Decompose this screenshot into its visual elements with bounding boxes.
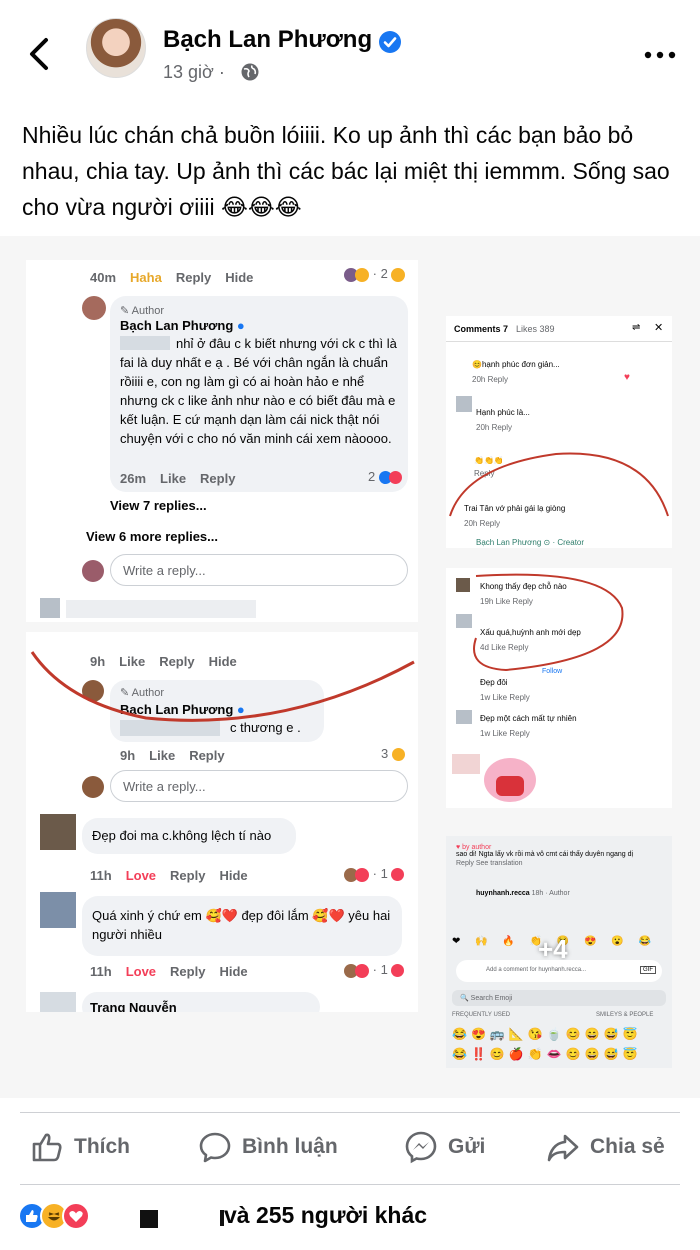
like-label: Thích: [74, 1135, 130, 1158]
post-header: Bạch Lan Phương 13 giờ ·: [0, 0, 700, 105]
comment-button[interactable]: Bình luận: [198, 1125, 338, 1169]
comment-row: Đẹp một cách mất tự nhiên 1w Like Reply: [480, 714, 577, 738]
redacted-avatar: [40, 892, 76, 928]
comment-meta: 40m Haha Reply Hide: [90, 270, 254, 285]
section-label: FREQUENTLY USED: [452, 1012, 511, 1018]
love-reaction-icon: [62, 1202, 90, 1230]
comment-meta: 11h Love Reply Hide: [90, 964, 248, 979]
globe-icon: [240, 62, 260, 82]
comment-row: Đẹp đôi 1w Like Reply: [480, 678, 530, 702]
tab-likes[interactable]: Likes 389: [516, 324, 555, 334]
red-ellipse-annotation: [30, 651, 415, 722]
screenshot-3[interactable]: Comments 7 Likes 389 ⇌ ✕ 😊hạnh phúc đơn …: [446, 316, 672, 548]
verified-badge-icon: [378, 30, 402, 54]
more-options-icon[interactable]: [640, 40, 680, 70]
creator-row: Bạch Lan Phương ⊙ · Creator: [476, 538, 585, 547]
add-comment-input[interactable]: Add a comment for huynhanh.recca... GIF: [456, 960, 662, 982]
comment-text: Đẹp đoi ma c.không lệch tí nào: [92, 828, 272, 843]
screenshot-1[interactable]: 40m Haha Reply Hide · 2 ✎ Author Bạch Lan P…: [26, 260, 418, 622]
send-label: Gửi: [448, 1135, 486, 1158]
send-button[interactable]: Gửi: [404, 1125, 485, 1169]
redacted-block: [40, 598, 60, 618]
comment-meta: 11h Love Reply Hide: [90, 868, 248, 883]
author-name[interactable]: Bạch Lan Phương: [163, 26, 372, 54]
screenshot-5[interactable]: ♥ by author sao di! Ngta lấy vk rồi mà v…: [446, 836, 672, 1068]
sticker: [484, 758, 536, 802]
comment-label: Bình luận: [242, 1135, 338, 1158]
divider: [20, 1184, 680, 1185]
comment-row: 😊hạnh phúc đơn giản... 20h Reply: [472, 360, 560, 384]
author-comment-bubble: ✎ Author Bạch Lan Phương ● nhỉ ở đâu c k…: [110, 296, 408, 492]
post-caption: Nhiều lúc chán chả buồn lóiiii. Ko up ản…: [22, 122, 670, 220]
reaction-count: · 1: [344, 866, 405, 882]
heart-icon[interactable]: ♥: [624, 372, 630, 383]
view-more-replies-link[interactable]: View 6 more replies...: [86, 529, 218, 544]
write-reply-input[interactable]: Write a reply...: [110, 554, 408, 586]
author-tag: ✎ Author: [120, 305, 165, 317]
like-button[interactable]: Thích: [30, 1125, 130, 1169]
redacted-avatar: [456, 396, 472, 412]
comment-text: Quá xinh ý chứ em 🥰❤️ đẹp đôi lắm 🥰❤️ yê…: [92, 908, 391, 942]
screenshot-4[interactable]: Khong thấy đẹp chỗ nào 19h Like Reply Xấu…: [446, 568, 672, 808]
author-row: huynhanh.recca 18h · Author: [476, 890, 570, 897]
messenger-icon: [405, 1131, 437, 1164]
comment-text: nhỉ ở đâu c k biết nhưng với ck c thì là…: [120, 336, 397, 446]
divider: [20, 1112, 680, 1113]
reaction-count: · 2: [344, 266, 406, 282]
reactions-summary[interactable]: và 255 người khác: [18, 1198, 678, 1234]
comment-bubble: Trang Nguyễn: [82, 992, 320, 1012]
comment-bubble: Quá xinh ý chứ em 🥰❤️ đẹp đôi lắm 🥰❤️ yê…: [82, 896, 402, 956]
redacted-block: [66, 600, 256, 618]
post-time[interactable]: 13 giờ ·: [163, 62, 225, 83]
author-avatar[interactable]: [86, 18, 146, 78]
redacted-name-block: [140, 1210, 158, 1228]
filter-icon[interactable]: ⇌: [632, 322, 640, 333]
comment-bubble: Đẹp đoi ma c.không lệch tí nào: [82, 818, 296, 854]
reaction-count: · 1: [344, 962, 405, 978]
photo-collage[interactable]: 40m Haha Reply Hide · 2 ✎ Author Bạch Lan P…: [0, 236, 700, 1098]
tabs-bar: Comments 7 Likes 389 ⇌ ✕: [446, 316, 672, 342]
write-reply-input[interactable]: Write a reply...: [110, 770, 408, 802]
comment-row: Hạnh phúc là... 20h Reply: [476, 408, 530, 432]
comment-meta: 26m Like Reply: [120, 471, 236, 486]
comment-row: ♥ by author sao di! Ngta lấy vk rồi mà v…: [456, 844, 634, 867]
close-icon[interactable]: ✕: [654, 321, 663, 334]
commenter-name: Bạch Lan Phương ●: [120, 318, 245, 333]
redacted-avatar: [40, 814, 76, 850]
screenshot-2[interactable]: 9h Like Reply Hide ✎ Author Bạch Lan Phương…: [26, 632, 418, 1012]
tab-comments[interactable]: Comments 7: [454, 324, 508, 334]
redacted-block: [452, 754, 480, 774]
reaction-count-text: và 255 người khác: [224, 1202, 428, 1228]
comment-bubble-icon: [199, 1132, 231, 1163]
search-emoji-input[interactable]: 🔍 Search Emoji: [452, 990, 666, 1006]
reaction-count: 2: [368, 469, 402, 485]
red-ellipse-annotation: [473, 573, 624, 672]
redacted-avatar: [456, 710, 472, 724]
back-arrow-icon[interactable]: [24, 36, 56, 72]
red-ellipse-annotation: [449, 452, 669, 517]
thumbs-up-icon: [32, 1133, 62, 1162]
share-arrow-icon: [547, 1134, 579, 1162]
view-replies-link[interactable]: View 7 replies...: [110, 498, 207, 513]
commenter-avatar: [82, 296, 106, 320]
section-label: SMILEYS & PEOPLE: [596, 1012, 654, 1018]
redacted-avatar: [40, 992, 76, 1012]
share-button[interactable]: Chia sẻ: [546, 1125, 665, 1169]
current-user-avatar: [82, 776, 104, 798]
share-label: Chia sẻ: [590, 1135, 665, 1158]
current-user-avatar: [82, 560, 104, 582]
emoji-grid[interactable]: 😂😍🚌📐😘🍵😊😄😅😇 😂‼️😊🍎👏👄😊😄😅😇: [452, 1024, 666, 1064]
commenter-name: Trang Nguyễn: [90, 1000, 177, 1012]
